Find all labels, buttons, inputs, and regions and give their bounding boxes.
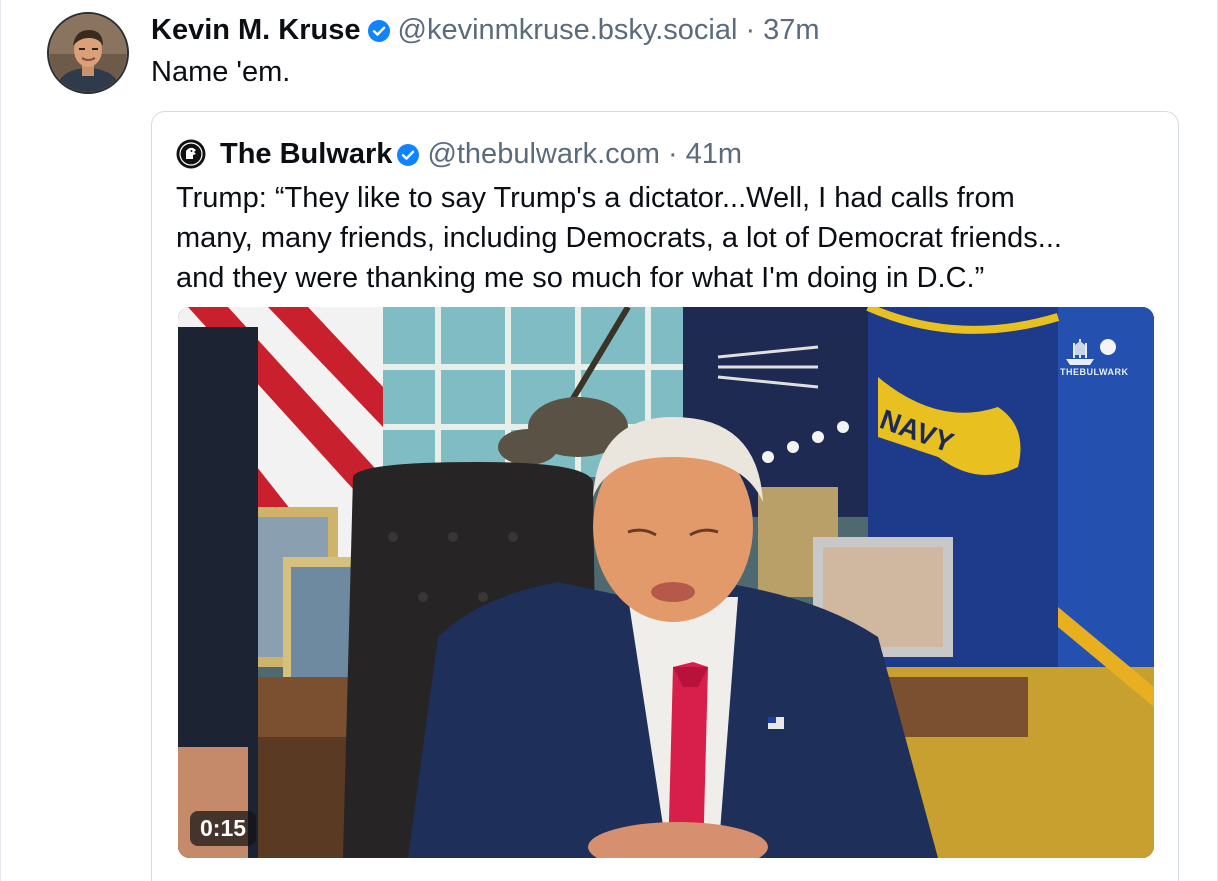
bulwark-logo-icon[interactable]	[176, 139, 206, 169]
author-display-name[interactable]: Kevin M. Kruse	[151, 14, 361, 47]
watermark-text: THEBULWARK	[1060, 367, 1129, 377]
watermark: THEBULWARK	[1060, 337, 1129, 377]
author-avatar[interactable]	[47, 12, 129, 94]
video-frame-image: NAVY	[178, 307, 1154, 858]
quoted-post-timestamp[interactable]: 41m	[686, 138, 742, 171]
author-avatar-image	[49, 14, 127, 92]
author-handle[interactable]: @kevinmkruse.bsky.social	[398, 14, 738, 47]
verified-badge-icon	[367, 18, 391, 42]
post-header: Kevin M. Kruse @kevinmkruse.bsky.social …	[151, 10, 820, 50]
header-separator: ·	[745, 13, 756, 46]
post-timestamp[interactable]: 37m	[763, 14, 819, 47]
quoted-text-line: many, many friends, including Democrats,…	[176, 222, 1062, 254]
quoted-post-card[interactable]: The Bulwark @thebulwark.com · 41m Trump:…	[151, 111, 1179, 881]
quoted-post-text: Trump: “They like to say Trump's a dicta…	[176, 178, 1166, 298]
video-player[interactable]: NAVY THEBULWARK 0:15	[178, 307, 1154, 858]
quoted-author-handle[interactable]: @thebulwark.com	[427, 138, 660, 171]
quoted-text-line: Trump: “They like to say Trump's a dicta…	[176, 182, 1015, 214]
quoted-post-header: The Bulwark @thebulwark.com · 41m	[176, 134, 742, 174]
quoted-verified-badge-icon	[396, 142, 420, 166]
quoted-author-display-name[interactable]: The Bulwark	[220, 138, 392, 171]
post-view: Kevin M. Kruse @kevinmkruse.bsky.social …	[0, 0, 1218, 881]
quoted-header-separator: ·	[667, 137, 678, 170]
video-duration-badge: 0:15	[190, 811, 257, 846]
quoted-text-line: and they were thanking me so much for wh…	[176, 262, 985, 294]
post-text: Name 'em.	[151, 56, 291, 88]
ship-logo-icon	[1066, 339, 1094, 365]
